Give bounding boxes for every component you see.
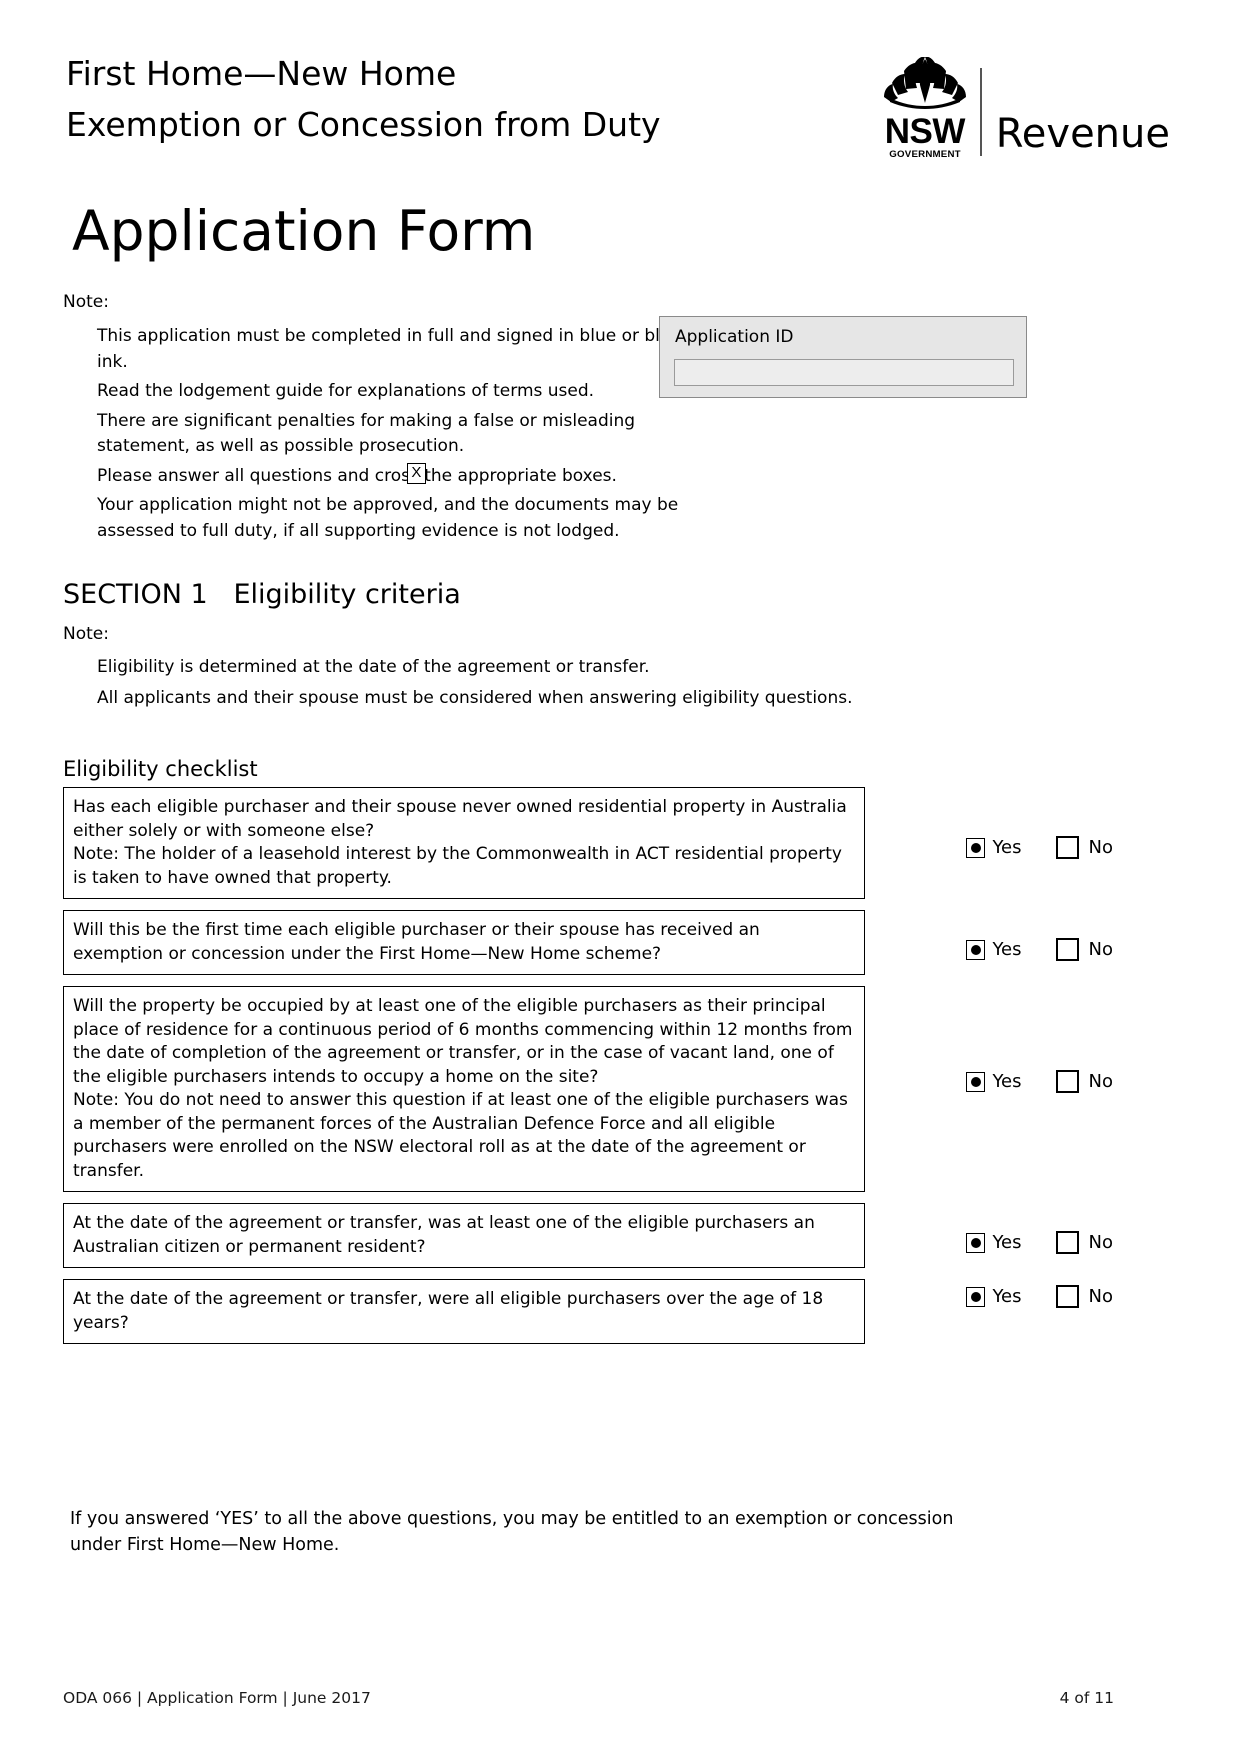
- section-1-note-label: Note:: [63, 624, 109, 644]
- answer-group: Yes No: [966, 1231, 1113, 1254]
- note-item: There are significant penalties for maki…: [97, 410, 636, 457]
- checklist-row: At the date of the agreement or transfer…: [63, 1279, 1113, 1344]
- answer-yes[interactable]: Yes: [966, 836, 1022, 858]
- revenue-wordmark: Revenue: [995, 111, 1170, 157]
- cross-note-after: the appropriate boxes.: [424, 465, 617, 486]
- cross-note-before: Please answer all questions and cross: [97, 465, 419, 486]
- no-label: No: [1088, 938, 1113, 960]
- no-label: No: [1088, 1070, 1113, 1092]
- closing-statement: If you answered ‘YES’ to all the above q…: [70, 1509, 954, 1555]
- question-text: Has each eligible purchaser and their sp…: [73, 797, 847, 841]
- yes-label: Yes: [992, 1285, 1022, 1307]
- note-item: This application must be completed in fu…: [97, 326, 690, 372]
- nsw-government-logo: NSW GOVERNMENT: [882, 56, 980, 160]
- eligibility-checklist: Has each eligible purchaser and their sp…: [63, 787, 1113, 1355]
- checklist-row: Will this be the first time each eligibl…: [63, 910, 1113, 975]
- nsw-wordmark: NSW: [884, 112, 966, 151]
- yes-label: Yes: [992, 938, 1022, 960]
- no-checkbox[interactable]: [1055, 1285, 1079, 1308]
- question-text: At the date of the agreement or transfer…: [73, 1213, 815, 1257]
- application-id-label: Application ID: [675, 327, 794, 347]
- question-note: Note: You do not need to answer this que…: [73, 1090, 848, 1181]
- answer-group: Yes No: [966, 1070, 1113, 1093]
- selected-dot-icon: [970, 944, 981, 955]
- answer-yes[interactable]: Yes: [966, 1231, 1022, 1253]
- page-title: Application Form: [72, 199, 536, 263]
- no-checkbox[interactable]: [1055, 1231, 1079, 1254]
- selected-dot-icon: [970, 1291, 981, 1302]
- page-header: First Home—New Home Exemption or Concess…: [66, 48, 1176, 168]
- yes-checkbox[interactable]: [966, 939, 986, 960]
- question-box: Will this be the first time each eligibl…: [63, 910, 865, 975]
- yes-label: Yes: [992, 1231, 1022, 1253]
- note-item: All applicants and their spouse must be …: [97, 688, 853, 708]
- yes-checkbox[interactable]: [966, 1286, 986, 1307]
- answer-no[interactable]: No: [1022, 1070, 1113, 1093]
- note-list: This application must be completed in fu…: [97, 324, 697, 544]
- answer-yes[interactable]: Yes: [966, 1070, 1022, 1092]
- document-page: First Home—New Home Exemption or Concess…: [0, 0, 1241, 1754]
- note-item: Your application might not be approved, …: [97, 495, 679, 541]
- footer-left-text: ODA 066 | Application Form | June 2017: [63, 1689, 371, 1707]
- section-1-note-list: Eligibility is determined at the date of…: [97, 654, 977, 712]
- answer-no[interactable]: No: [1022, 1285, 1113, 1308]
- yes-checkbox[interactable]: [966, 837, 986, 858]
- question-box: At the date of the agreement or transfer…: [63, 1279, 865, 1344]
- question-text: At the date of the agreement or transfer…: [73, 1289, 824, 1333]
- note-item: Eligibility is determined at the date of…: [97, 657, 650, 677]
- answer-yes[interactable]: Yes: [966, 1285, 1022, 1307]
- checklist-row: At the date of the agreement or transfer…: [63, 1203, 1113, 1268]
- no-checkbox[interactable]: [1055, 938, 1079, 961]
- cross-demo-mark: X: [406, 462, 426, 484]
- yes-label: Yes: [992, 836, 1022, 858]
- question-text: Will this be the first time each eligibl…: [73, 920, 760, 964]
- no-label: No: [1088, 1231, 1113, 1253]
- no-label: No: [1088, 1285, 1113, 1307]
- question-box: Will the property be occupied by at leas…: [63, 986, 865, 1192]
- note-item: Read the lodgement guide for explanation…: [97, 381, 595, 401]
- logo-divider: [979, 68, 982, 156]
- yes-label: Yes: [992, 1070, 1022, 1092]
- footer-page-number: 4 of 11: [1059, 1689, 1114, 1707]
- note-label: Note:: [63, 292, 109, 312]
- no-checkbox[interactable]: [1055, 836, 1079, 859]
- eligibility-checklist-heading: Eligibility checklist: [63, 757, 258, 781]
- note-item-cross: Please answer all questions and cross X t…: [97, 462, 697, 490]
- answer-group: Yes No: [966, 836, 1113, 859]
- waratah-icon: [882, 56, 968, 115]
- application-id-input[interactable]: [674, 359, 1014, 386]
- application-id-panel: Application ID: [659, 316, 1027, 398]
- question-box: At the date of the agreement or transfer…: [63, 1203, 865, 1268]
- answer-no[interactable]: No: [1022, 836, 1113, 859]
- nsw-revenue-logo: NSW GOVERNMENT Revenue: [882, 50, 1170, 160]
- question-box: Has each eligible purchaser and their sp…: [63, 787, 865, 899]
- no-checkbox[interactable]: [1055, 1070, 1079, 1093]
- answer-yes[interactable]: Yes: [966, 938, 1022, 960]
- question-note: Note: The holder of a leasehold interest…: [73, 844, 842, 888]
- answer-group: Yes No: [966, 938, 1113, 961]
- section-1-heading: SECTION 1 Eligibility criteria: [63, 579, 461, 610]
- no-label: No: [1088, 836, 1113, 858]
- selected-dot-icon: [970, 1076, 981, 1087]
- answer-no[interactable]: No: [1022, 938, 1113, 961]
- checklist-row: Will the property be occupied by at leas…: [63, 986, 1113, 1192]
- yes-checkbox[interactable]: [966, 1071, 986, 1092]
- answer-no[interactable]: No: [1022, 1231, 1113, 1254]
- checklist-row: Has each eligible purchaser and their sp…: [63, 787, 1113, 899]
- nsw-government-text: GOVERNMENT: [889, 149, 961, 160]
- question-text: Will the property be occupied by at leas…: [73, 996, 853, 1087]
- selected-dot-icon: [970, 1237, 981, 1248]
- page-footer: ODA 066 | Application Form | June 2017 4…: [63, 1688, 1114, 1708]
- yes-checkbox[interactable]: [966, 1232, 986, 1253]
- answer-group: Yes No: [966, 1285, 1113, 1308]
- selected-dot-icon: [970, 842, 981, 853]
